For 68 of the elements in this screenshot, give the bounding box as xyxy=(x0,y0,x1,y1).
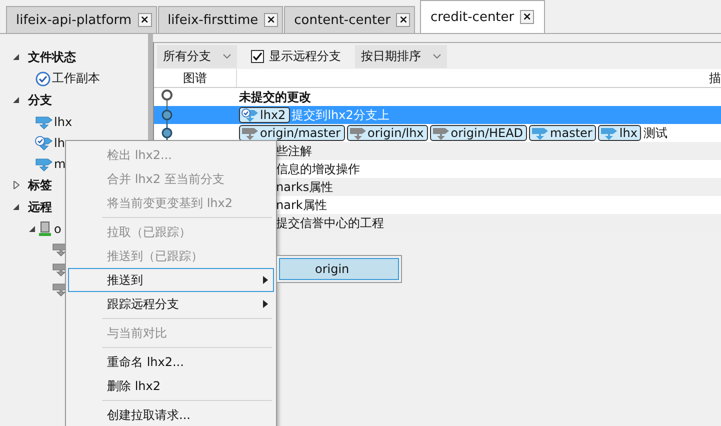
menu-item[interactable]: 删除 lhx2 xyxy=(68,374,274,398)
remote-branch-icon xyxy=(348,126,367,140)
tab[interactable]: credit-center × xyxy=(420,0,546,33)
expand-arrow-icon[interactable] xyxy=(12,96,20,104)
commit-row[interactable]: lhx2 提交到lhx2分支上 xyxy=(154,106,721,124)
commit-node-icon xyxy=(160,124,174,142)
submenu-arrow-icon xyxy=(263,276,268,284)
commit-message: 未提交的更改 xyxy=(239,88,311,106)
menu-item[interactable]: 重命名 lhx2... xyxy=(68,350,274,374)
close-button[interactable]: × xyxy=(138,13,152,27)
tab[interactable]: lifeix-api-platform × xyxy=(6,6,157,33)
expand-arrow-icon[interactable] xyxy=(12,181,20,189)
close-button[interactable]: × xyxy=(520,10,534,24)
section-title[interactable]: 文件状态 xyxy=(28,48,76,66)
commit-message: nark属性 xyxy=(276,196,327,214)
branch-tag: origin/master xyxy=(239,125,345,141)
menu-item[interactable]: 跟踪远程分支 xyxy=(68,292,274,316)
commit-message: narks属性 xyxy=(276,178,334,196)
checkbox-label[interactable]: 显示远程分支 xyxy=(269,48,341,64)
commit-row[interactable]: 未提交的更改 xyxy=(154,88,721,106)
submenu-arrow-icon xyxy=(263,300,268,308)
menu-item[interactable]: origin xyxy=(279,258,399,280)
chevron-icon xyxy=(433,54,441,58)
branch-tag: lhx2 xyxy=(239,107,290,123)
check-circle-icon xyxy=(35,70,51,86)
expand-arrow-icon[interactable] xyxy=(12,53,20,61)
menu-item[interactable]: 推送到 xyxy=(68,268,274,292)
tree-item[interactable]: lhx xyxy=(54,114,72,128)
tree-item[interactable]: m xyxy=(54,156,66,170)
commit-message: 提交信誉中心的工程 xyxy=(276,214,384,232)
expand-arrow-icon[interactable] xyxy=(28,224,36,232)
branch-tag: origin/HEAD xyxy=(430,125,528,141)
branch-tag: master xyxy=(529,125,596,141)
close-button[interactable]: × xyxy=(264,13,278,27)
checkbox[interactable] xyxy=(251,50,264,62)
current-branch-icon xyxy=(241,108,259,122)
section-title[interactable]: 远程 xyxy=(28,198,52,216)
remote-branch-icon xyxy=(241,126,259,140)
branch-icon xyxy=(531,126,550,140)
commit-node-icon xyxy=(160,106,174,124)
column-header[interactable]: 图谱 xyxy=(154,69,237,87)
tree-item[interactable]: 工作副本 xyxy=(52,70,100,87)
section-title[interactable]: 标签 xyxy=(28,176,52,194)
section-title[interactable]: 分支 xyxy=(28,92,52,108)
commit-message: 提交到lhx2分支上 xyxy=(292,106,390,124)
branch-icon xyxy=(35,156,53,172)
chevron-icon xyxy=(223,54,231,58)
tab[interactable]: content-center × xyxy=(284,6,416,33)
branch-icon xyxy=(35,114,53,130)
commit-row[interactable]: origin/master origin/lhx origin/HEAD master lhx 测试 xyxy=(154,124,721,142)
commit-message: 测试 xyxy=(643,124,668,142)
current-branch-icon xyxy=(35,134,53,150)
branch-tag: origin/lhx xyxy=(346,125,428,141)
branch-filter-dropdown[interactable]: 所有分支 xyxy=(157,44,237,68)
remote-branch-icon xyxy=(432,126,450,140)
commit-message: 信息的增改操作 xyxy=(276,160,360,178)
commit-message: 些注解 xyxy=(276,142,312,160)
tab[interactable]: lifeix-firsttime × xyxy=(158,6,284,33)
expand-arrow-icon[interactable] xyxy=(12,203,20,211)
branch-tag: lhx xyxy=(598,125,642,141)
close-button[interactable]: × xyxy=(396,13,410,27)
menu-item[interactable]: 创建拉取请求... xyxy=(68,403,274,426)
tree-item[interactable]: o xyxy=(54,222,62,236)
branch-icon xyxy=(600,126,618,140)
server-icon xyxy=(38,220,52,236)
column-header[interactable]: 描 xyxy=(237,69,721,87)
sort-dropdown[interactable]: 按日期排序 xyxy=(355,44,447,68)
tree-item[interactable]: lh xyxy=(54,136,65,150)
